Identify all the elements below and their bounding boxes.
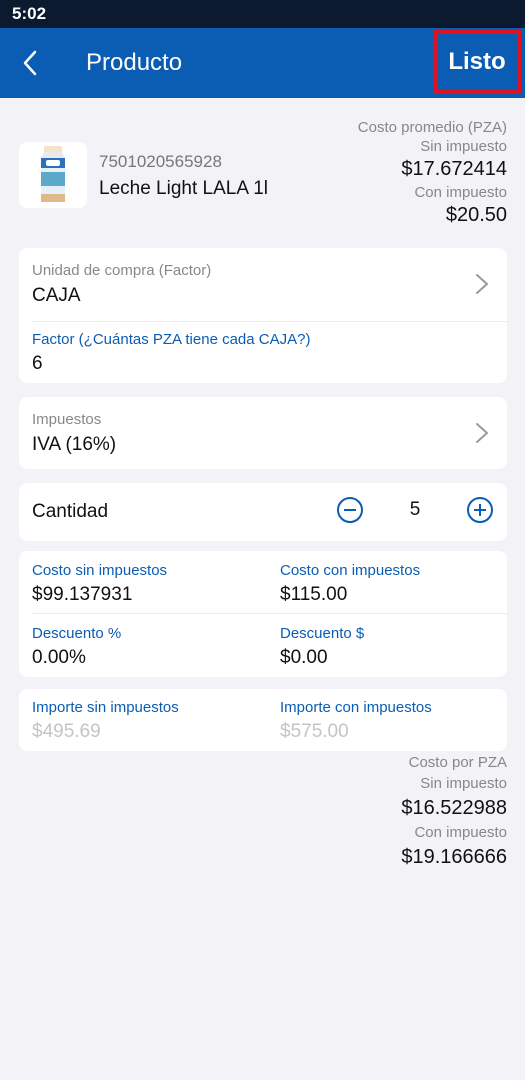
quantity-label: Cantidad xyxy=(32,501,109,522)
purchase-unit-label: Unidad de compra (Factor) xyxy=(32,262,212,279)
amount-no-tax-value: $495.69 xyxy=(32,721,101,742)
no-tax-value: $17.672414 xyxy=(401,158,507,180)
cost-per-unit: Costo por PZA Sin impuesto $16.522988 Co… xyxy=(401,752,507,871)
amount-no-tax-label: Importe sin impuestos xyxy=(32,699,179,716)
cost-no-tax-label: Costo sin impuestos xyxy=(32,562,168,579)
minus-icon xyxy=(344,509,356,511)
quantity-stepper: 5 xyxy=(337,497,493,523)
discount-pct-field[interactable]: Descuento % 0.00% xyxy=(19,614,263,676)
purchase-unit-card: Unidad de compra (Factor) CAJA Factor (¿… xyxy=(19,248,507,383)
increment-button[interactable] xyxy=(467,497,493,523)
amount-with-tax-value: $575.00 xyxy=(280,721,349,742)
with-tax-label: Con impuesto xyxy=(414,184,507,201)
discount-pct-value: 0.00% xyxy=(32,647,86,668)
amount-with-tax-label: Importe con impuestos xyxy=(280,699,432,716)
purchase-unit-value: CAJA xyxy=(32,285,81,306)
decrement-button[interactable] xyxy=(337,497,363,523)
cost-no-tax-value: $99.137931 xyxy=(32,584,133,605)
discount-amt-value: $0.00 xyxy=(280,647,328,668)
amount-no-tax-field: Importe sin impuestos $495.69 xyxy=(19,689,263,751)
page-title: Producto xyxy=(86,49,183,76)
product-image xyxy=(19,142,87,208)
done-button[interactable]: Listo xyxy=(433,30,521,94)
discount-pct-label: Descuento % xyxy=(32,625,122,642)
taxes-label: Impuestos xyxy=(32,411,102,428)
status-bar: 5:02 xyxy=(0,0,525,28)
discount-amt-field[interactable]: Descuento $ $0.00 xyxy=(267,614,507,676)
chevron-right-icon xyxy=(476,423,488,443)
factor-field[interactable]: Factor (¿Cuántas PZA tiene cada CAJA?) 6 xyxy=(19,322,507,382)
app-bar: Producto Listo xyxy=(0,28,525,98)
with-tax-value: $20.50 xyxy=(445,204,507,226)
per-unit-with-tax-value: $19.166666 xyxy=(401,846,507,868)
back-button[interactable] xyxy=(0,28,60,98)
quantity-card: Cantidad 5 xyxy=(19,483,507,541)
cost-per-unit-label: Costo por PZA xyxy=(408,754,507,771)
no-tax-label: Sin impuesto xyxy=(420,138,507,155)
status-time: 5:02 xyxy=(12,4,47,23)
costs-card: Costo sin impuestos $99.137931 Costo con… xyxy=(19,551,507,677)
quantity-value[interactable]: 5 xyxy=(363,499,467,521)
avg-cost-label: Costo promedio (PZA) xyxy=(357,119,507,136)
purchase-unit-selector[interactable]: Unidad de compra (Factor) CAJA xyxy=(19,248,507,320)
milk-carton-icon xyxy=(41,146,65,202)
chevron-right-icon xyxy=(476,274,488,294)
chevron-left-icon xyxy=(23,50,37,76)
per-unit-with-tax-label: Con impuesto xyxy=(414,824,507,841)
factor-value: 6 xyxy=(32,353,43,374)
cost-with-tax-value: $115.00 xyxy=(280,584,348,605)
product-name: Leche Light LALA 1l xyxy=(99,178,269,199)
discount-amt-label: Descuento $ xyxy=(280,625,365,642)
product-header: 7501020565928 Leche Light LALA 1l Costo … xyxy=(0,98,525,240)
taxes-selector[interactable]: Impuestos IVA (16%) xyxy=(19,397,507,469)
per-unit-no-tax-label: Sin impuesto xyxy=(420,775,507,792)
amount-with-tax-field: Importe con impuestos $575.00 xyxy=(267,689,507,751)
average-cost: Costo promedio (PZA) Sin impuesto $17.67… xyxy=(358,118,507,229)
factor-label: Factor (¿Cuántas PZA tiene cada CAJA?) xyxy=(32,331,311,348)
cost-with-tax-label: Costo con impuestos xyxy=(280,562,421,579)
product-barcode: 7501020565928 xyxy=(99,152,222,171)
amounts-card: Importe sin impuestos $495.69 Importe co… xyxy=(19,689,507,751)
cost-with-tax-field[interactable]: Costo con impuestos $115.00 xyxy=(267,551,507,613)
plus-icon xyxy=(474,504,486,516)
cost-no-tax-field[interactable]: Costo sin impuestos $99.137931 xyxy=(19,551,263,613)
taxes-value: IVA (16%) xyxy=(32,434,117,455)
per-unit-no-tax-value: $16.522988 xyxy=(401,797,507,819)
